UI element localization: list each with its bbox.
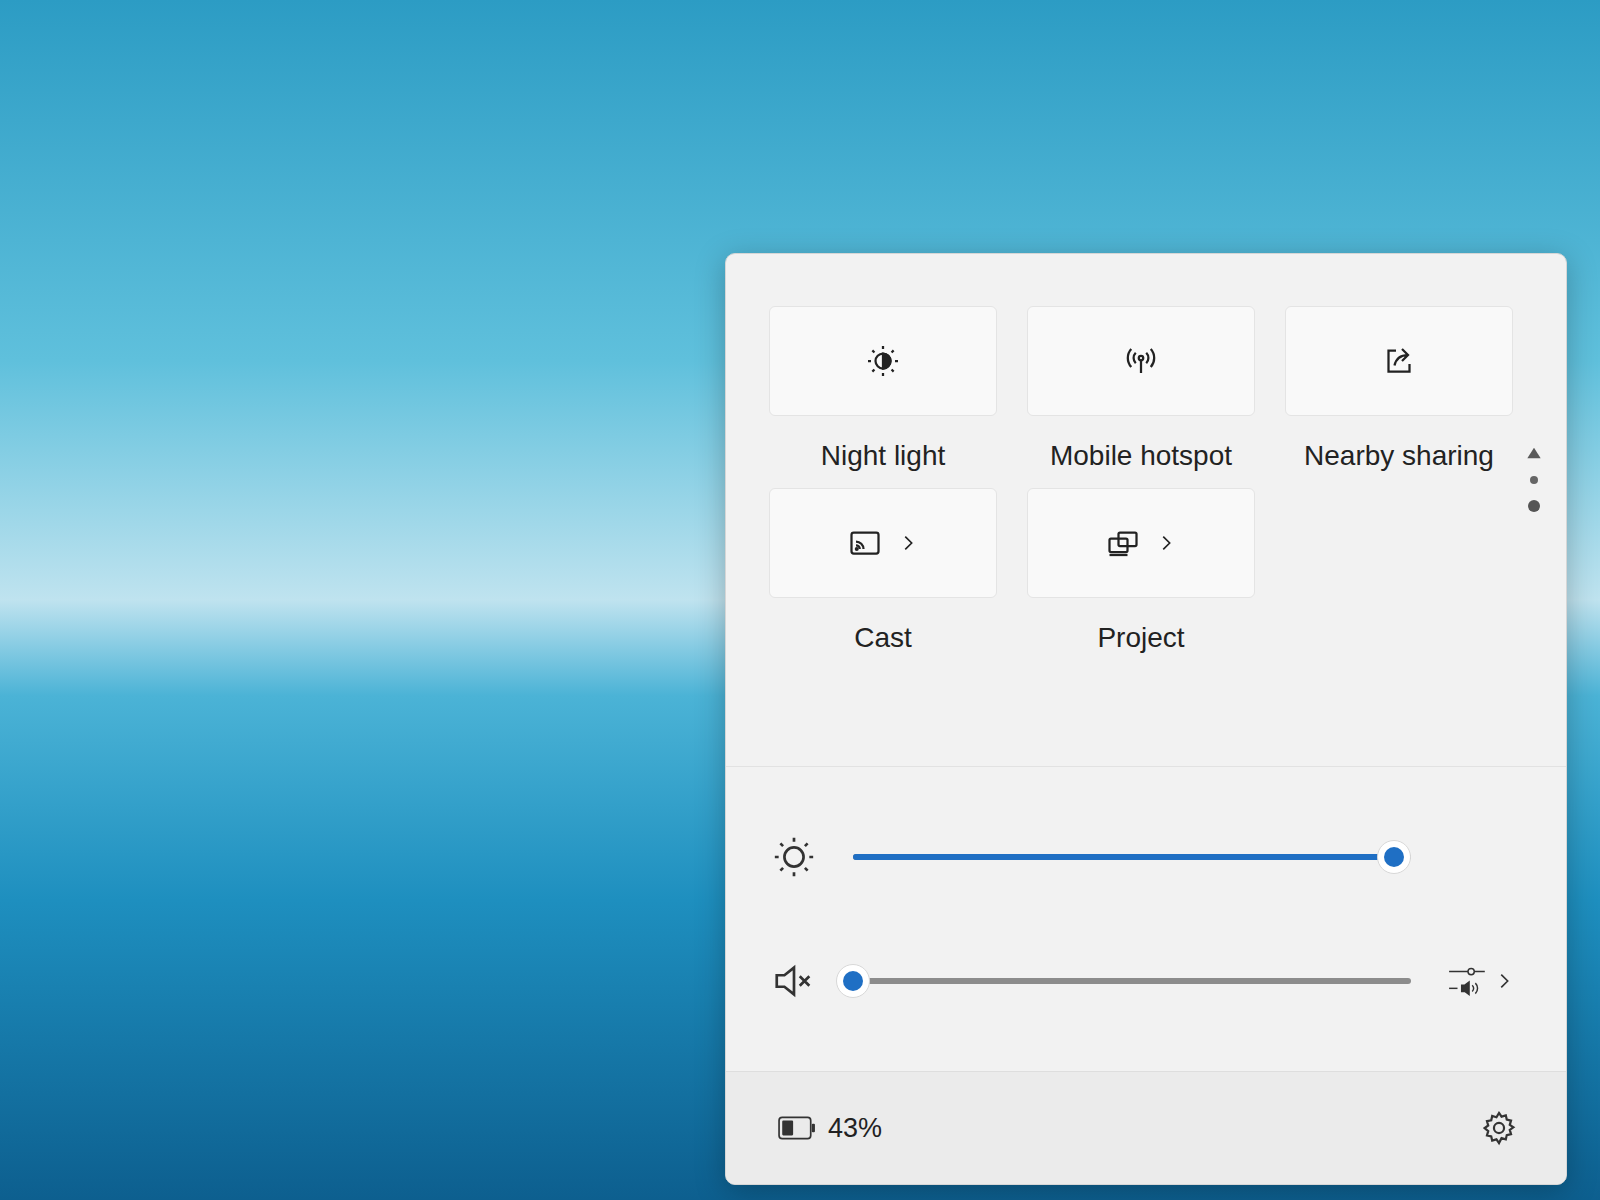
page-dot[interactable] xyxy=(1528,500,1540,512)
gear-icon[interactable] xyxy=(1480,1109,1518,1147)
battery-status[interactable]: 43% xyxy=(778,1113,882,1144)
hotspot-icon xyxy=(1123,343,1159,379)
share-icon xyxy=(1381,343,1417,379)
tile-label: Mobile hotspot xyxy=(1050,440,1232,480)
night-light-icon xyxy=(865,343,901,379)
chevron-icon[interactable] xyxy=(1493,970,1515,992)
tile-grid: Night light Mobile hotspot Nearby sharing C… xyxy=(769,306,1513,766)
page-dot[interactable] xyxy=(1530,476,1538,484)
brightness-row xyxy=(771,835,1521,879)
desktop-wallpaper: Night light Mobile hotspot Nearby sharing C… xyxy=(0,0,1600,1200)
brightness-icon xyxy=(771,834,817,880)
quick-setting-tile[interactable] xyxy=(1027,306,1255,416)
quick-setting-tile[interactable] xyxy=(769,306,997,416)
project-icon xyxy=(1105,525,1141,561)
volume-row xyxy=(771,959,1521,1003)
brightness-slider[interactable] xyxy=(853,840,1411,874)
muted-speaker-icon[interactable] xyxy=(771,958,817,1004)
page-indicator xyxy=(1524,306,1544,766)
volume-slider[interactable] xyxy=(853,964,1411,998)
quick-setting-tile[interactable] xyxy=(1027,488,1255,598)
tile-label: Project xyxy=(1097,622,1184,662)
quick-setting-tile[interactable] xyxy=(769,488,997,598)
quick-setting: Nearby sharing xyxy=(1285,306,1513,480)
tile-label: Cast xyxy=(854,622,912,662)
quick-settings-panel: Night light Mobile hotspot Nearby sharing C… xyxy=(725,253,1567,1185)
tile-label: Nearby sharing xyxy=(1304,440,1494,480)
quick-setting: Cast xyxy=(769,488,997,662)
sound-output-icon[interactable] xyxy=(1447,965,1489,997)
chevron-icon xyxy=(1155,532,1177,554)
tiles-section: Night light Mobile hotspot Nearby sharing C… xyxy=(726,254,1566,767)
battery-percentage: 43% xyxy=(828,1113,882,1144)
chevron-icon xyxy=(897,532,919,554)
sliders-section xyxy=(726,767,1566,1072)
tile-label: Night light xyxy=(821,440,946,480)
battery-icon xyxy=(778,1116,816,1140)
page-up-icon[interactable] xyxy=(1526,446,1542,460)
quick-setting: Night light xyxy=(769,306,997,480)
quick-setting: Project xyxy=(1027,488,1255,662)
cast-icon xyxy=(847,525,883,561)
quick-setting-tile[interactable] xyxy=(1285,306,1513,416)
footer-bar: 43% xyxy=(726,1072,1566,1184)
quick-setting: Mobile hotspot xyxy=(1027,306,1255,480)
